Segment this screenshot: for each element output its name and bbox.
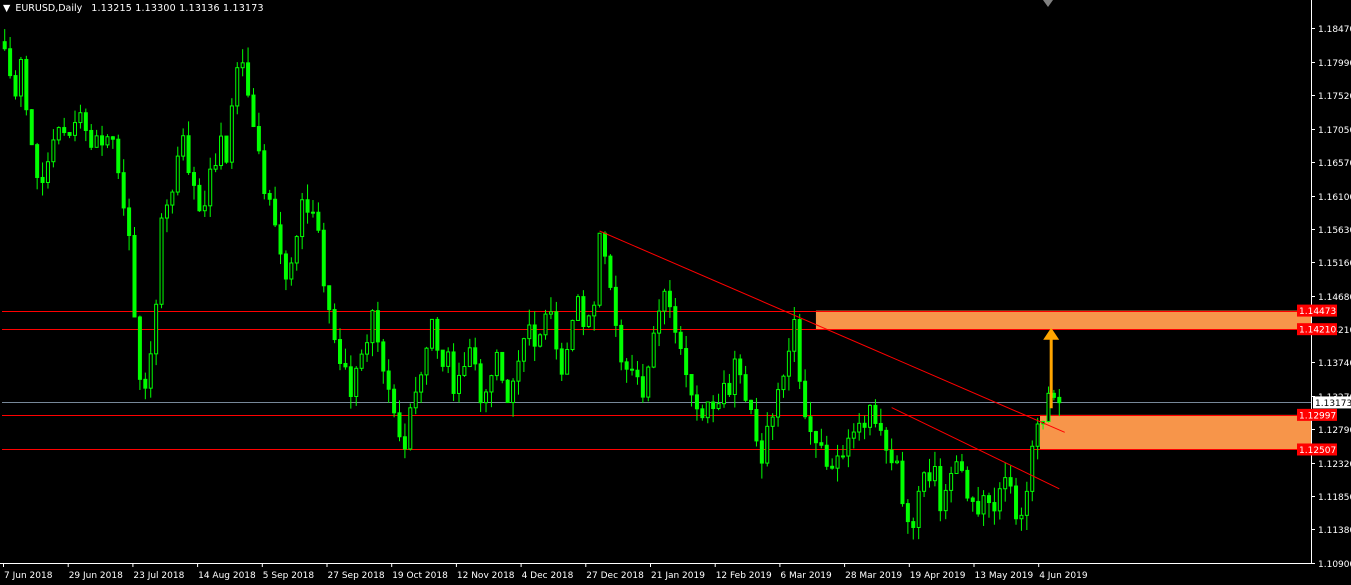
candle bbox=[408, 403, 413, 451]
candle bbox=[321, 222, 326, 293]
candle bbox=[646, 365, 651, 402]
price-tick-label: 1.15160 bbox=[1318, 259, 1351, 269]
price-tick-label: 1.14680 bbox=[1318, 293, 1351, 303]
time-tick-label: 13 May 2019 bbox=[975, 571, 1034, 581]
level-label: 1.12507 bbox=[1299, 446, 1336, 456]
price-tick-label: 1.12790 bbox=[1318, 426, 1351, 436]
ohlc-values: 1.13215 1.13300 1.13136 1.13173 bbox=[91, 3, 264, 14]
candle bbox=[24, 55, 29, 116]
candle bbox=[229, 98, 234, 169]
time-tick-label: 7 Jun 2018 bbox=[4, 571, 53, 581]
candle bbox=[137, 315, 142, 390]
candle bbox=[429, 318, 434, 351]
price-tick-label: 1.10900 bbox=[1318, 560, 1351, 570]
level-label: 1.12997 bbox=[1299, 411, 1336, 421]
price-tick-label: 1.16570 bbox=[1318, 159, 1351, 169]
time-tick-label: 19 Oct 2018 bbox=[392, 571, 448, 581]
time-tick-label: 6 Mar 2019 bbox=[780, 571, 832, 581]
candle bbox=[132, 227, 137, 318]
time-tick-label: 4 Dec 2018 bbox=[522, 571, 574, 581]
bid-label: 1.13173 bbox=[1315, 399, 1351, 409]
candle bbox=[505, 379, 510, 404]
time-tick-label: 5 Sep 2018 bbox=[263, 571, 315, 581]
time-tick-label: 12 Feb 2019 bbox=[716, 571, 772, 581]
time-tick-label: 28 Mar 2019 bbox=[845, 571, 902, 581]
candle bbox=[500, 351, 505, 384]
price-tick-label: 1.18470 bbox=[1318, 25, 1351, 35]
candle bbox=[597, 232, 602, 308]
candle bbox=[570, 319, 575, 352]
chart-title: ▼ EURUSD,Daily 1.13215 1.13300 1.13136 1… bbox=[3, 3, 264, 14]
candle bbox=[575, 294, 580, 321]
level-label: 1.14473 bbox=[1299, 307, 1336, 317]
candle bbox=[797, 313, 802, 390]
price-tick-label: 1.16100 bbox=[1318, 193, 1351, 203]
time-tick-label: 27 Sep 2018 bbox=[328, 571, 385, 581]
candle bbox=[451, 343, 456, 402]
chart-background bbox=[0, 0, 1351, 585]
time-tick-label: 23 Jul 2018 bbox=[133, 571, 184, 581]
time-tick-label: 14 Aug 2018 bbox=[198, 571, 256, 581]
time-tick-label: 27 Dec 2018 bbox=[586, 571, 644, 581]
price-tick-label: 1.11380 bbox=[1318, 526, 1351, 536]
price-tick-label: 1.12320 bbox=[1318, 460, 1351, 470]
time-tick-label: 29 Jun 2018 bbox=[69, 571, 123, 581]
candle bbox=[586, 314, 591, 329]
time-tick-label: 19 Apr 2019 bbox=[910, 571, 966, 581]
candle bbox=[608, 254, 613, 291]
time-tick-label: 12 Nov 2018 bbox=[457, 571, 515, 581]
candle bbox=[159, 213, 164, 309]
price-tick-label: 1.13740 bbox=[1318, 359, 1351, 369]
candle bbox=[332, 303, 337, 344]
symbol-timeframe: EURUSD,Daily bbox=[15, 3, 83, 14]
candle bbox=[224, 135, 229, 164]
price-tick-label: 1.17520 bbox=[1318, 92, 1351, 102]
price-tick-label: 1.17050 bbox=[1318, 126, 1351, 136]
zone-1[interactable] bbox=[1040, 414, 1311, 450]
price-tick-label: 1.15630 bbox=[1318, 226, 1351, 236]
candle bbox=[262, 144, 267, 200]
candle bbox=[965, 466, 970, 502]
zone-0[interactable] bbox=[815, 310, 1311, 330]
candle bbox=[29, 109, 34, 146]
price-chart[interactable]: 1.18470 1.17990 1.17520 1.17050 1.16570 1.161… bbox=[0, 0, 1351, 585]
candle bbox=[116, 134, 121, 179]
level-label: 1.14210 bbox=[1299, 326, 1336, 336]
time-tick-label: 4 Jun 2019 bbox=[1039, 571, 1088, 581]
time-tick-label: 21 Jan 2019 bbox=[651, 571, 705, 581]
price-tick-label: 1.11850 bbox=[1318, 493, 1351, 503]
price-tick-label: 1.17990 bbox=[1318, 59, 1351, 69]
candle bbox=[494, 349, 499, 381]
chart-menu-toggle-icon[interactable]: ▼ bbox=[3, 3, 10, 14]
candle bbox=[543, 309, 548, 340]
candle bbox=[392, 384, 397, 418]
candle bbox=[538, 333, 543, 348]
